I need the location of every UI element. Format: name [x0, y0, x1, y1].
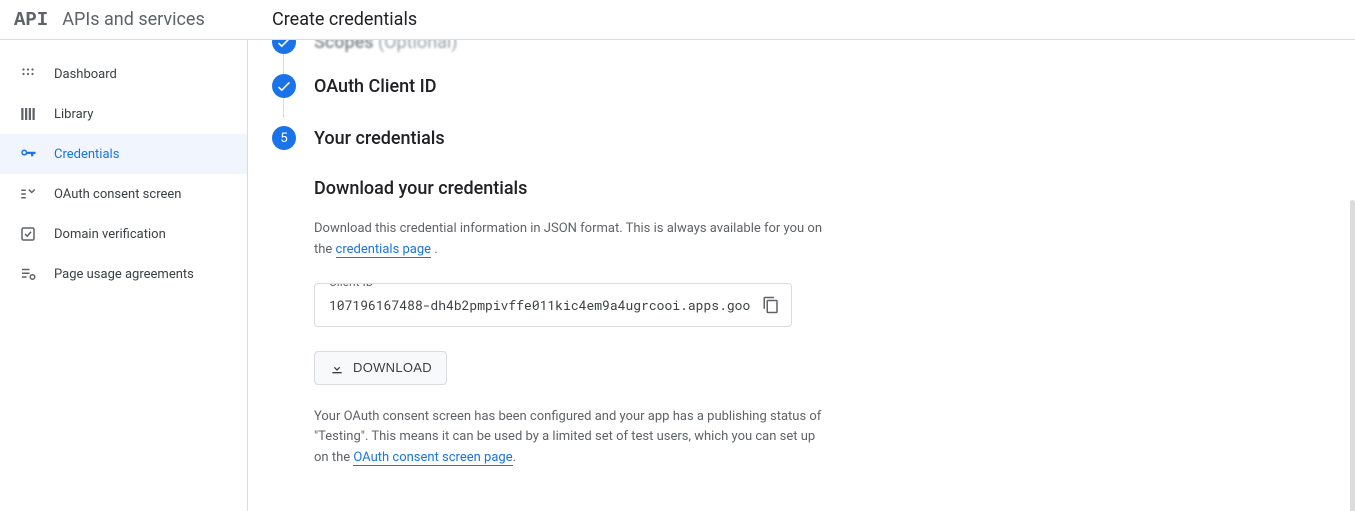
download-heading: Download your credentials [314, 178, 824, 199]
client-id-field[interactable]: Client ID 107196167488-dh4b2pmpivffe011k… [314, 283, 792, 327]
consent-icon [18, 184, 38, 204]
sidebar-item-label: Dashboard [54, 67, 117, 82]
sidebar-header: API APIs and services [0, 9, 248, 31]
sidebar-item-label: Domain verification [54, 227, 166, 242]
step-label: OAuth Client ID [314, 76, 436, 97]
step-connector [283, 98, 284, 118]
key-icon [18, 144, 38, 164]
sidebar-item-oauth-consent[interactable]: OAuth consent screen [0, 174, 247, 214]
step-scopes[interactable]: Scopes (Optional) [272, 40, 1331, 54]
copy-icon[interactable] [759, 293, 783, 317]
client-id-value: 107196167488-dh4b2pmpivffe011kic4em9a4ug… [329, 296, 750, 314]
stepper: Scopes (Optional) OAuth Client ID 5 Your… [272, 40, 1331, 150]
download-icon [329, 360, 345, 376]
step-number-badge: 5 [272, 126, 296, 150]
oauth-consent-screen-link[interactable]: OAuth consent screen page [353, 450, 512, 466]
sidebar-item-dashboard[interactable]: Dashboard [0, 54, 247, 94]
scrollbar[interactable] [1350, 200, 1355, 511]
library-icon [18, 104, 38, 124]
main-content: Scopes (Optional) OAuth Client ID 5 Your… [248, 40, 1355, 511]
dashboard-icon [18, 64, 38, 84]
api-logo: API [14, 9, 48, 31]
consent-info-text: Your OAuth consent screen has been confi… [314, 407, 824, 469]
sidebar-item-label: Library [54, 107, 93, 122]
step-oauth-client-id[interactable]: OAuth Client ID [272, 74, 1331, 98]
sidebar-item-label: Page usage agreements [54, 267, 194, 282]
page-title: Create credentials [248, 9, 417, 30]
check-badge-icon [272, 40, 296, 54]
download-button-label: DOWNLOAD [353, 360, 432, 375]
download-button[interactable]: DOWNLOAD [314, 351, 447, 385]
topbar: API APIs and services Create credentials [0, 0, 1355, 40]
client-id-label: Client ID [325, 283, 378, 289]
step-label: Your credentials [314, 128, 445, 149]
sidebar-item-library[interactable]: Library [0, 94, 247, 134]
sidebar-item-label: Credentials [54, 147, 119, 162]
sidebar-item-page-usage[interactable]: Page usage agreements [0, 254, 247, 294]
check-square-icon [18, 224, 38, 244]
sidebar-item-label: OAuth consent screen [54, 187, 181, 202]
credentials-panel: Download your credentials Download this … [314, 178, 824, 469]
step-label: Scopes (Optional) [314, 40, 458, 53]
download-description: Download this credential information in … [314, 219, 824, 261]
check-badge-icon [272, 74, 296, 98]
product-title: APIs and services [62, 9, 205, 30]
step-connector [283, 54, 284, 74]
sidebar-item-domain-verification[interactable]: Domain verification [0, 214, 247, 254]
sidebar: Dashboard Library Credentials OAuth cons… [0, 40, 248, 511]
credentials-page-link[interactable]: credentials page [336, 242, 432, 258]
step-your-credentials[interactable]: 5 Your credentials [272, 126, 1331, 150]
sidebar-item-credentials[interactable]: Credentials [0, 134, 247, 174]
agreements-icon [18, 264, 38, 284]
